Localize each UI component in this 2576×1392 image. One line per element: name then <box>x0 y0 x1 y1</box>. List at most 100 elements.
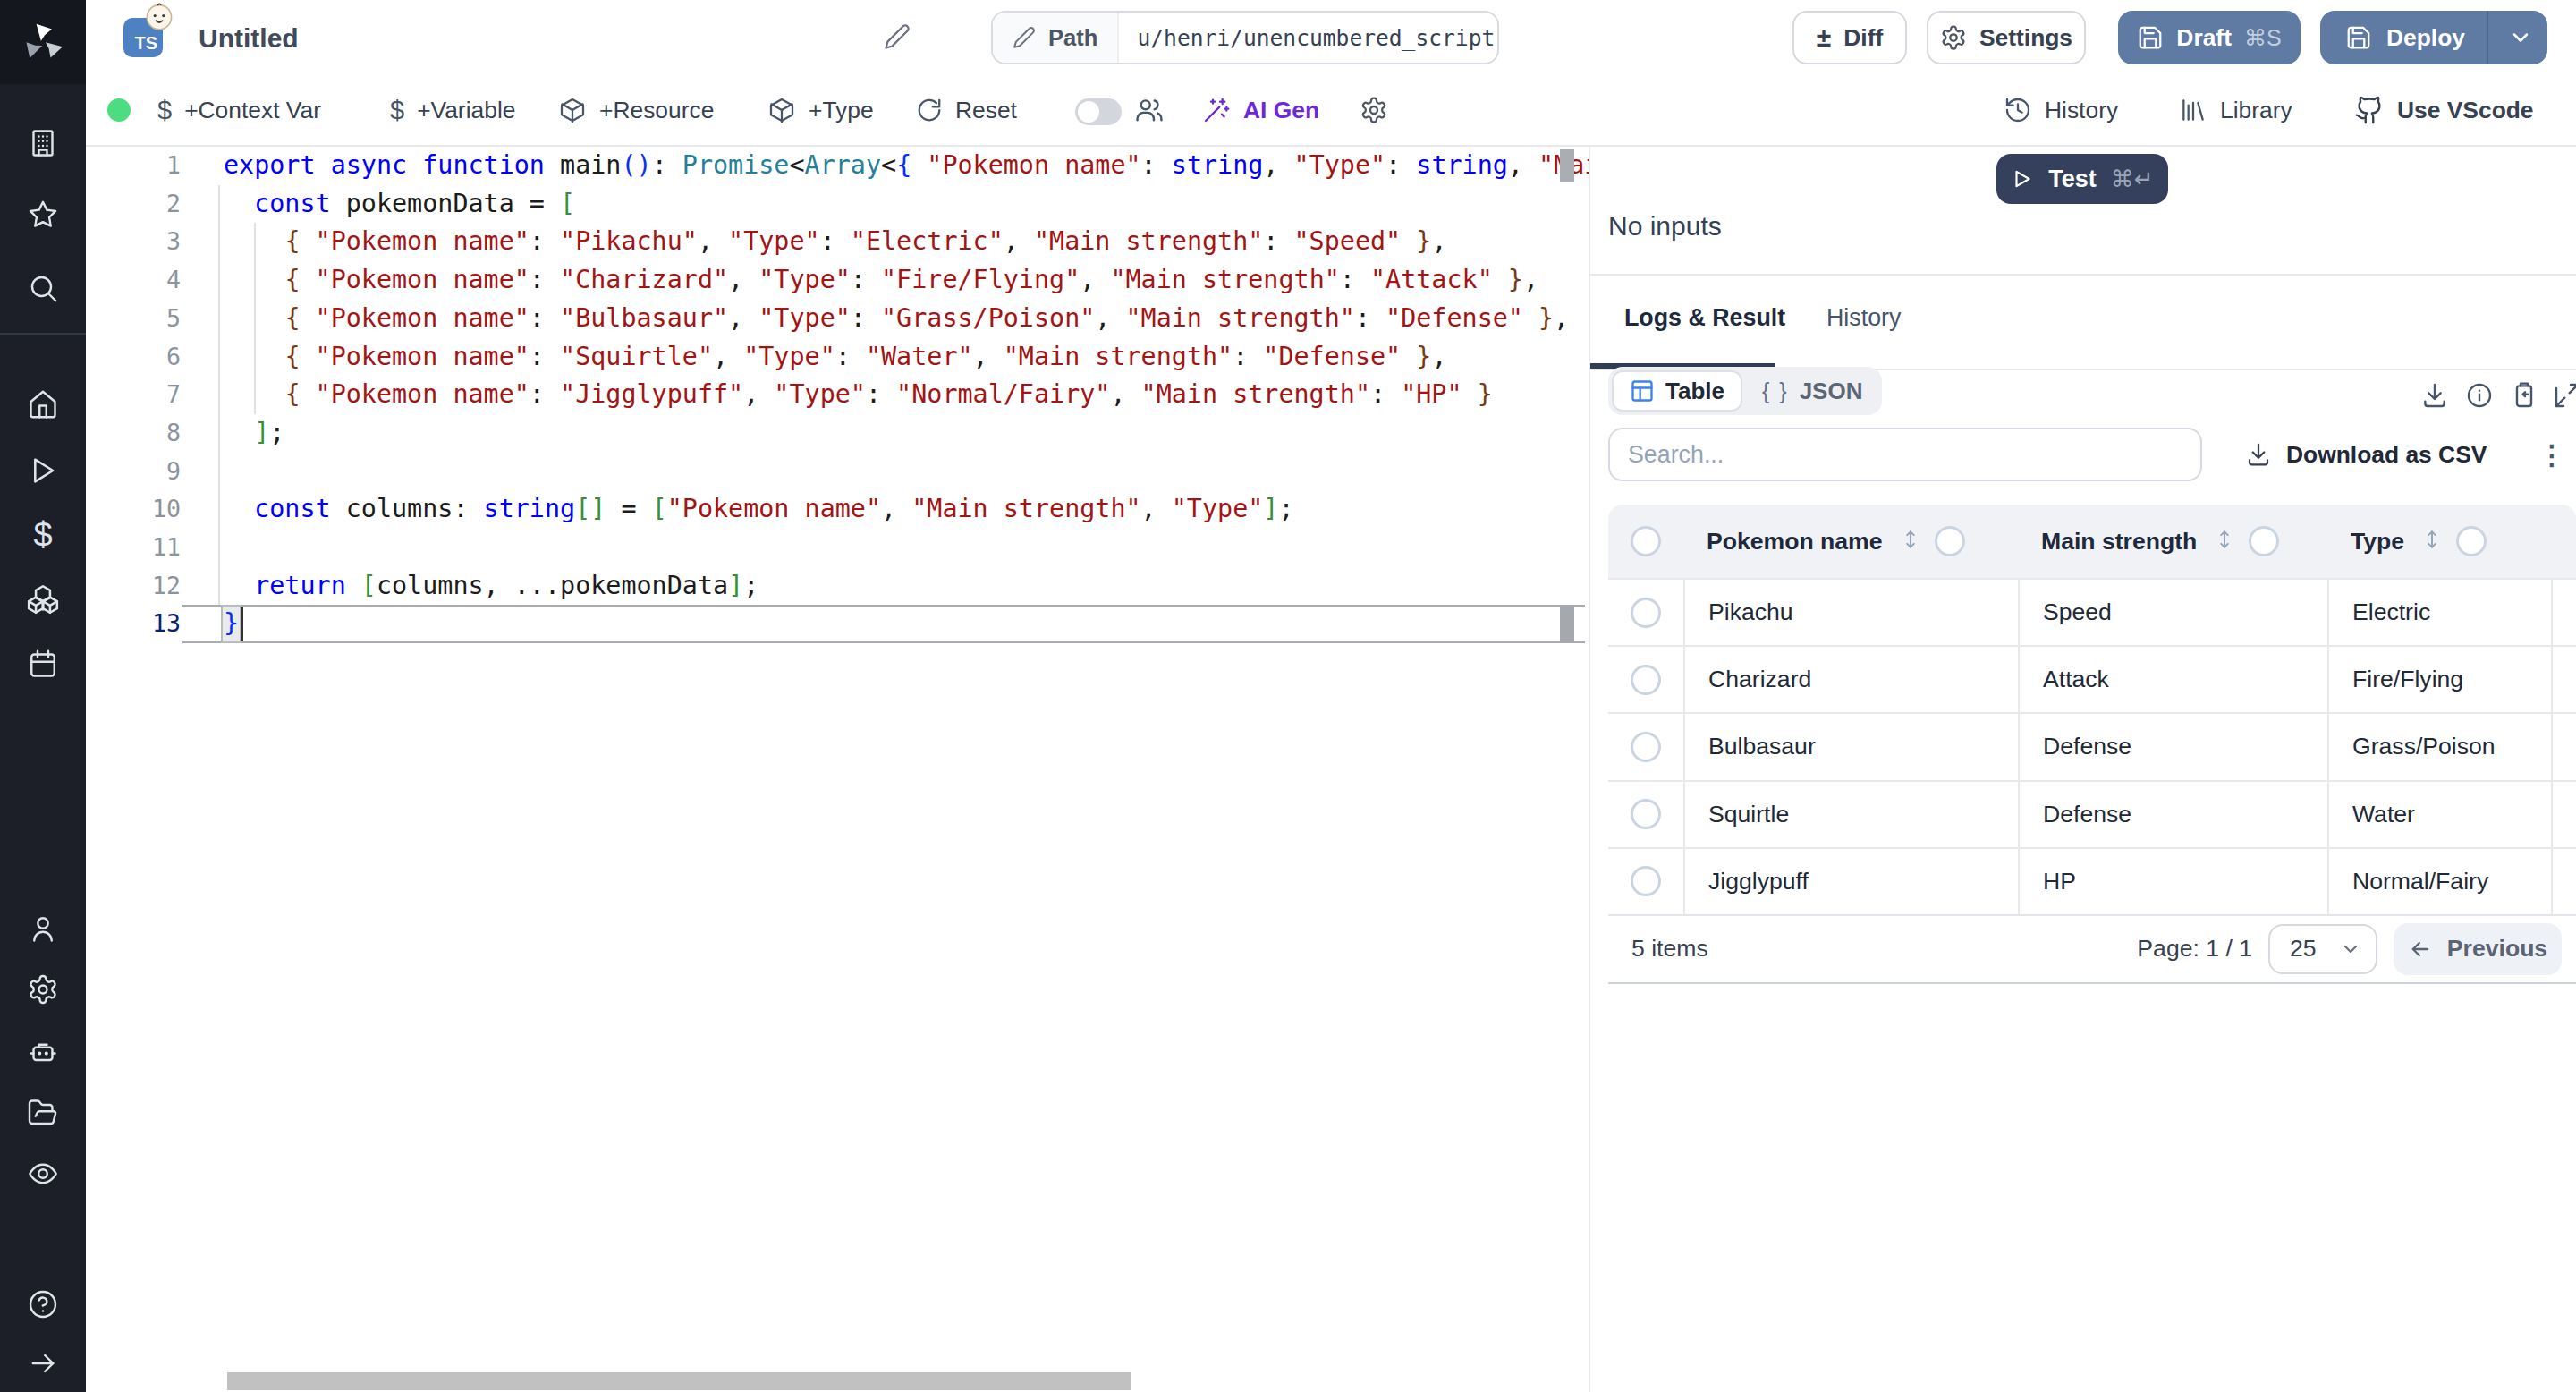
add-resource-button[interactable]: +Resource <box>558 75 714 145</box>
use-vscode-button[interactable]: Use VScode <box>2354 75 2534 145</box>
tab-history[interactable]: History <box>1826 304 1901 332</box>
clipboard-copy-icon[interactable] <box>2510 381 2538 410</box>
baby-emoji-icon <box>145 2 174 30</box>
view-json-button[interactable]: { } JSON <box>1746 370 1878 412</box>
view-table-button[interactable]: Table <box>1612 370 1742 412</box>
line-number: 6 <box>86 338 181 377</box>
no-inputs-label: No inputs <box>1608 211 1722 242</box>
table-cell: Water <box>2327 782 2551 847</box>
code-line: const columns: string[] = ["Pokemon name… <box>224 490 1294 529</box>
line-number: 10 <box>86 490 181 529</box>
row-checkbox[interactable] <box>1608 849 1683 914</box>
play-icon[interactable] <box>26 454 60 488</box>
sort-icon[interactable] <box>1899 528 1922 555</box>
download-icon <box>2245 441 2272 468</box>
library-button[interactable]: Library <box>2179 75 2292 145</box>
row-checkbox[interactable] <box>1608 647 1683 712</box>
table-icon <box>1630 378 1655 403</box>
user-icon[interactable] <box>27 912 59 945</box>
column-header[interactable]: Type <box>2327 505 2551 578</box>
column-label: Main strength <box>2041 528 2197 556</box>
script-title: Untitled <box>199 23 299 54</box>
diff-mode-toggle[interactable] <box>1075 98 1122 125</box>
line-number: 2 <box>86 185 181 224</box>
draft-button[interactable]: Draft ⌘S <box>2118 11 2301 64</box>
arrow-right-icon[interactable] <box>27 1347 59 1379</box>
column-filter-checkbox[interactable] <box>2249 526 2279 556</box>
reset-button[interactable]: Reset <box>916 75 1017 145</box>
plus-minus-icon: ± <box>1817 22 1831 53</box>
code-line: const pokemonData = [ <box>224 185 575 224</box>
table-row[interactable]: SquirtleDefenseWater <box>1608 780 2576 847</box>
add-type-button[interactable]: +Type <box>767 75 874 145</box>
editor-settings-icon[interactable] <box>1360 75 1388 145</box>
gear-icon[interactable] <box>27 973 59 1006</box>
dollar-icon[interactable]: $ <box>33 516 52 555</box>
download-result-icon[interactable] <box>2420 381 2449 410</box>
row-checkbox[interactable] <box>1608 714 1683 779</box>
diff-button[interactable]: ± Diff <box>1792 11 1907 64</box>
home-icon[interactable] <box>27 388 59 420</box>
test-button[interactable]: Test ⌘↵ <box>1996 154 2168 204</box>
table-row[interactable]: PikachuSpeedElectric <box>1608 578 2576 645</box>
boxes-icon[interactable] <box>26 582 60 616</box>
download-csv-button[interactable]: Download as CSV <box>2245 428 2487 481</box>
tab-logs-result[interactable]: Logs & Result <box>1624 304 1785 332</box>
wand-icon <box>1202 96 1231 124</box>
table-cell: Electric <box>2327 580 2551 645</box>
path-box[interactable]: Path u/henri/unencumbered_script <box>991 11 1499 64</box>
column-filter-checkbox[interactable] <box>2456 526 2487 556</box>
vertical-scrollbar-thumb[interactable] <box>1560 149 1574 182</box>
code-line: export async function main(): Promise<Ar… <box>224 147 1589 185</box>
line-number: 13 <box>86 605 181 643</box>
windmill-logo-icon[interactable] <box>20 20 66 66</box>
deploy-button[interactable]: Deploy <box>2320 11 2547 64</box>
history-button[interactable]: History <box>2004 75 2118 145</box>
select-all-checkbox[interactable] <box>1608 505 1683 578</box>
search-icon[interactable] <box>27 272 59 304</box>
info-icon[interactable] <box>2465 381 2494 410</box>
path-value[interactable]: u/henri/unencumbered_script <box>1119 25 1495 51</box>
expand-icon[interactable] <box>2553 381 2576 410</box>
kebab-menu-icon[interactable]: ⋮ <box>2538 428 2565 481</box>
building-icon[interactable] <box>27 127 59 159</box>
divider <box>1590 274 2576 276</box>
row-checkbox[interactable] <box>1608 580 1683 645</box>
deploy-divider <box>2487 11 2488 64</box>
column-header[interactable]: Pokemon name <box>1683 505 2018 578</box>
edit-summary-icon[interactable] <box>884 23 911 50</box>
star-icon[interactable] <box>27 199 59 231</box>
text-cursor <box>241 607 243 641</box>
eye-icon[interactable] <box>27 1158 59 1190</box>
column-header[interactable]: Main strength <box>2018 505 2327 578</box>
add-context-var-button[interactable]: $+Context Var <box>157 75 321 145</box>
row-checkbox[interactable] <box>1608 782 1683 847</box>
robot-icon[interactable] <box>27 1036 59 1068</box>
result-search-input[interactable]: Search... <box>1608 428 2202 481</box>
horizontal-scrollbar-thumb[interactable] <box>227 1372 1131 1390</box>
gear-icon <box>1940 24 1967 51</box>
code-line: { "Pokemon name": "Squirtle", "Type": "W… <box>224 338 1446 377</box>
ai-gen-button[interactable]: AI Gen <box>1202 75 1319 145</box>
line-number: 11 <box>86 529 181 567</box>
calendar-icon[interactable] <box>27 648 59 680</box>
previous-page-button[interactable]: Previous <box>2394 923 2562 975</box>
column-filter-checkbox[interactable] <box>1935 526 1965 556</box>
code-editor[interactable]: 1export async function main(): Promise<A… <box>86 147 1589 1392</box>
add-variable-button[interactable]: $+Variable <box>390 75 515 145</box>
table-row[interactable]: CharizardAttackFire/Flying <box>1608 645 2576 712</box>
sort-icon[interactable] <box>2420 528 2444 555</box>
sort-icon[interactable] <box>2213 528 2236 555</box>
table-row[interactable]: JigglypuffHPNormal/Fairy <box>1608 847 2576 914</box>
folder-open-icon[interactable] <box>27 1097 59 1129</box>
table-row[interactable]: BulbasaurDefenseGrass/Poison <box>1608 712 2576 779</box>
chevron-down-icon <box>2340 938 2361 960</box>
save-icon <box>2345 24 2372 51</box>
library-icon <box>2179 96 2207 124</box>
settings-button[interactable]: Settings <box>1927 11 2086 64</box>
help-circle-icon[interactable] <box>27 1288 59 1320</box>
page-size-select[interactable]: 25 <box>2268 924 2377 974</box>
code-line: { "Pokemon name": "Pikachu", "Type": "El… <box>224 223 1446 261</box>
multiplayer-icon[interactable] <box>1134 75 1165 145</box>
chevron-down-icon[interactable] <box>2508 25 2533 50</box>
